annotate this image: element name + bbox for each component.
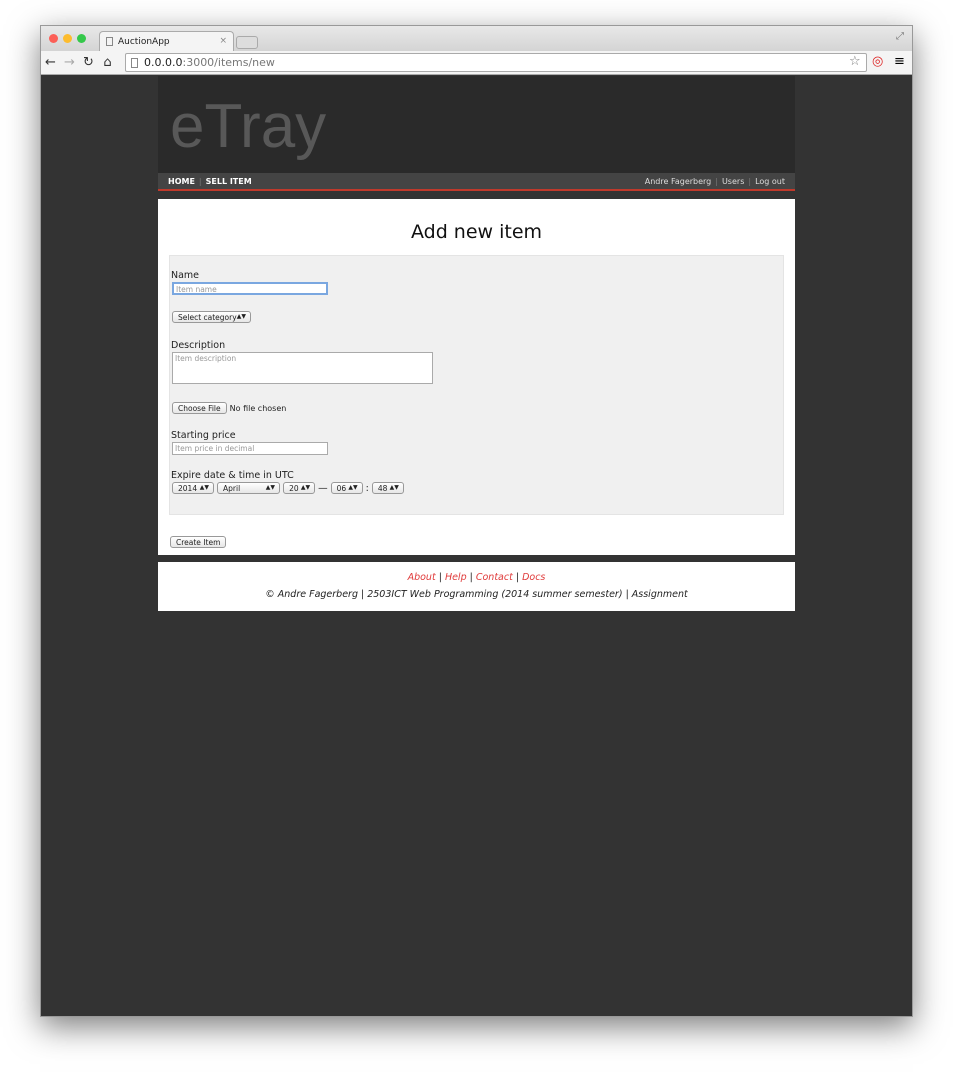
nav-bar: HOME | SELL ITEM Andre Fagerberg | Users | Log… bbox=[158, 173, 795, 191]
tab-title: AuctionApp bbox=[118, 37, 170, 47]
nav-user[interactable]: Andre Fagerberg bbox=[645, 177, 711, 186]
month-value: April bbox=[223, 484, 241, 493]
url-path: :3000/items/new bbox=[182, 56, 275, 69]
page: eTray HOME | SELL ITEM Andre Fagerberg | Use… bbox=[158, 76, 795, 611]
item-form: Name Item name Select category ▲▼ Descrip… bbox=[169, 255, 784, 515]
browser-toolbar: ← → ↻ ⌂ 0.0.0.0:3000/items/new ☆ ◎ ≡ bbox=[41, 51, 912, 75]
create-item-button[interactable]: Create Item bbox=[170, 536, 227, 548]
forward-icon[interactable]: → bbox=[60, 55, 79, 70]
minute-value: 48 bbox=[377, 484, 388, 493]
nav-sell-item[interactable]: SELL ITEM bbox=[206, 177, 252, 186]
footer-help[interactable]: Help bbox=[445, 572, 467, 583]
hour-select[interactable]: 06 ▲▼ bbox=[330, 482, 363, 494]
footer: About | Help | Contact | Docs © Andre Fa… bbox=[158, 562, 795, 611]
minute-select[interactable]: 48 ▲▼ bbox=[371, 482, 404, 494]
nav-logout[interactable]: Log out bbox=[755, 177, 785, 186]
hour-value: 06 bbox=[336, 484, 347, 493]
category-value: Select category bbox=[178, 313, 237, 322]
fullscreen-icon[interactable]: ⤢ bbox=[896, 31, 904, 42]
site-logo: eTray bbox=[158, 76, 795, 173]
footer-contact[interactable]: Contact bbox=[476, 572, 513, 583]
year-value: 2014 bbox=[178, 484, 198, 493]
description-textarea[interactable]: Item description bbox=[172, 352, 433, 384]
back-icon[interactable]: ← bbox=[41, 55, 60, 70]
menu-icon[interactable]: ≡ bbox=[894, 54, 905, 69]
new-tab-button[interactable] bbox=[236, 36, 258, 49]
page-icon bbox=[106, 37, 113, 46]
url-host: 0.0.0.0 bbox=[144, 56, 183, 69]
name-input[interactable]: Item name bbox=[172, 282, 328, 295]
bookmark-star-icon[interactable]: ☆ bbox=[849, 54, 861, 69]
tab-bar: AuctionApp × ⤢ bbox=[41, 26, 912, 51]
minimize-window-button[interactable] bbox=[63, 34, 72, 43]
expire-label: Expire date & time in UTC bbox=[171, 470, 294, 481]
reload-icon[interactable]: ↻ bbox=[79, 55, 98, 70]
nav-home[interactable]: HOME bbox=[168, 177, 195, 186]
home-icon[interactable]: ⌂ bbox=[98, 55, 117, 70]
footer-credit: © Andre Fagerberg | 2503ICT Web Programm… bbox=[265, 589, 688, 600]
page-title: Add new item bbox=[410, 221, 543, 243]
time-separator: : bbox=[365, 483, 369, 494]
zoom-window-button[interactable] bbox=[77, 34, 86, 43]
price-label: Starting price bbox=[171, 430, 236, 441]
choose-file-button[interactable]: Choose File bbox=[172, 402, 227, 414]
day-value: 20 bbox=[289, 484, 299, 493]
month-select[interactable]: April ▲▼ bbox=[217, 482, 281, 494]
page-icon bbox=[131, 58, 138, 68]
browser-tab[interactable]: AuctionApp × bbox=[99, 31, 234, 51]
footer-docs[interactable]: Docs bbox=[522, 572, 545, 583]
nav-users[interactable]: Users bbox=[722, 177, 744, 186]
price-input[interactable]: Item price in decimal bbox=[172, 442, 328, 455]
category-select[interactable]: Select category ▲▼ bbox=[172, 311, 251, 323]
day-select[interactable]: 20 ▲▼ bbox=[283, 482, 316, 494]
address-bar[interactable]: 0.0.0.0:3000/items/new bbox=[125, 53, 867, 72]
name-label: Name bbox=[171, 270, 200, 281]
browser-window: AuctionApp × ⤢ ← → ↻ ⌂ 0.0.0.0:3000/items… bbox=[40, 25, 913, 1017]
main-content: Add new item Name Item name Select categ… bbox=[158, 199, 795, 555]
opera-extension-icon[interactable]: ◎ bbox=[872, 54, 883, 69]
year-select[interactable]: 2014 ▲▼ bbox=[172, 482, 214, 494]
footer-about[interactable]: About bbox=[408, 572, 436, 583]
date-time-separator: — bbox=[318, 483, 328, 494]
close-window-button[interactable] bbox=[49, 34, 58, 43]
close-tab-icon[interactable]: × bbox=[219, 36, 227, 46]
file-status: No file chosen bbox=[229, 404, 287, 413]
description-label: Description bbox=[171, 340, 226, 351]
